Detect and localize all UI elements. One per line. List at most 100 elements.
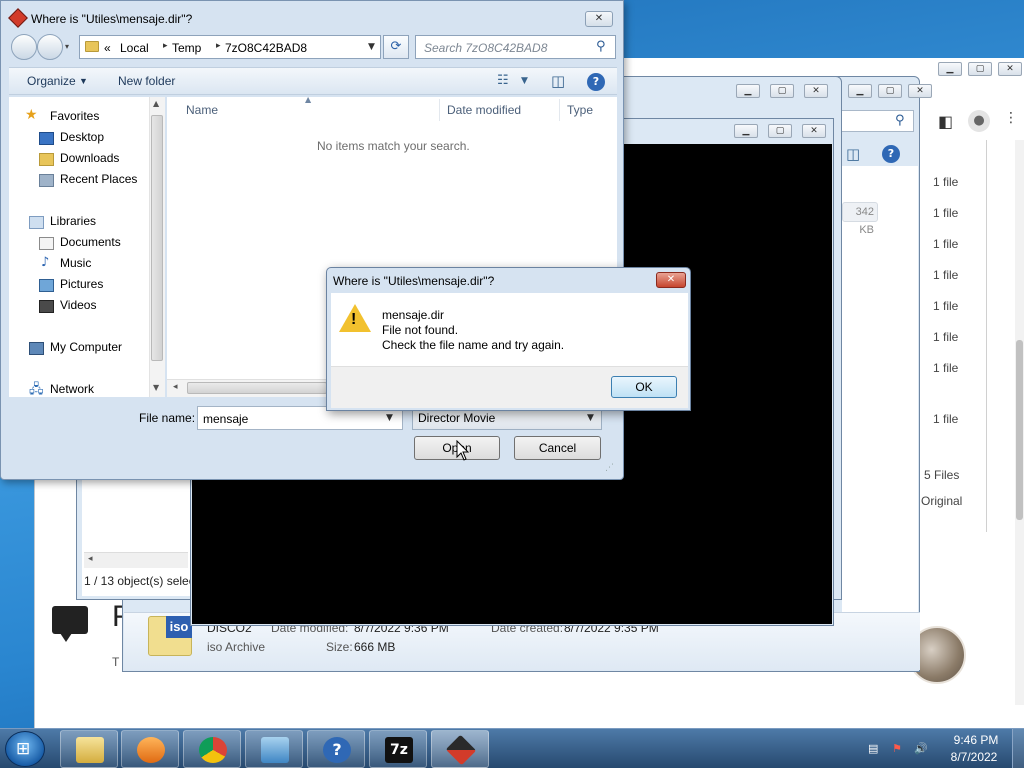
close-icon[interactable]: ✕ [804, 84, 828, 98]
minimize-icon[interactable]: ▁ [848, 84, 872, 98]
nav-videos[interactable]: Videos [60, 298, 96, 312]
more-menu-icon[interactable]: ⋮ [1004, 110, 1018, 126]
ok-button[interactable]: OK [611, 376, 677, 398]
close-button[interactable]: ✕ [585, 11, 613, 27]
scroll-down-icon[interactable]: ▼ [153, 383, 159, 392]
column-header-name[interactable]: Name [186, 103, 218, 117]
recent-places-icon [39, 174, 54, 187]
nav-libraries[interactable]: Libraries [50, 214, 96, 228]
clock-time[interactable]: 9:46 PM [948, 733, 1004, 747]
search-icon[interactable]: ⚲ [895, 113, 905, 128]
search-icon[interactable]: ⚲ [596, 39, 606, 54]
preview-pane-icon[interactable]: ◫ [551, 72, 565, 90]
preview-pane-icon[interactable]: ◫ [846, 145, 860, 163]
nav-music[interactable]: Music [60, 256, 91, 270]
close-icon[interactable]: ✕ [802, 124, 826, 138]
profile-icon[interactable]: ● [968, 110, 990, 132]
close-icon[interactable]: ✕ [998, 62, 1022, 76]
refresh-button[interactable]: ⟳ [383, 35, 409, 59]
taskbar-image-viewer[interactable] [245, 730, 303, 768]
taskbar-explorer[interactable] [60, 730, 118, 768]
address-dropdown-icon[interactable]: ▼ [368, 42, 375, 52]
explorer-hscrollbar[interactable]: ◂ [84, 552, 188, 568]
message-line-filename: mensaje.dir [382, 308, 445, 322]
taskbar-media-player[interactable] [121, 730, 179, 768]
breadcrumb-local[interactable]: Local [120, 41, 149, 55]
minimize-icon[interactable]: ▁ [938, 62, 962, 76]
file-type-value[interactable]: Director Movie [418, 411, 495, 425]
nav-downloads[interactable]: Downloads [60, 151, 119, 165]
organize-button[interactable]: Organize [27, 74, 76, 88]
file-type-dropdown-icon[interactable]: ▼ [587, 413, 594, 423]
nav-network[interactable]: Network [50, 382, 94, 396]
breadcrumb-separator-icon[interactable]: ▸ [216, 41, 221, 51]
breadcrumb-separator-icon[interactable]: ▸ [163, 41, 168, 51]
scroll-left-icon[interactable]: ◂ [173, 382, 178, 392]
column-divider[interactable] [559, 99, 560, 121]
files-summary: 5 Files [924, 468, 960, 482]
start-button[interactable]: ⊞ [5, 731, 45, 767]
maximize-icon[interactable]: ▢ [878, 84, 902, 98]
close-icon[interactable]: ✕ [908, 84, 932, 98]
file-name-dropdown-icon[interactable]: ▼ [386, 413, 393, 423]
empty-state-message: No items match your search. [317, 139, 470, 153]
taskbar-chrome[interactable] [183, 730, 241, 768]
forward-button[interactable] [37, 34, 63, 60]
list-item: 1 file [933, 206, 959, 220]
column-header-type[interactable]: Type [567, 103, 593, 117]
organize-dropdown-icon[interactable]: ▼ [79, 76, 88, 86]
cancel-button[interactable]: Cancel [514, 436, 601, 460]
column-header-date-modified[interactable]: Date modified [447, 103, 521, 117]
message-line-error: File not found. [382, 323, 459, 337]
view-options-icon[interactable]: ☷ [497, 73, 509, 88]
new-folder-button[interactable]: New folder [118, 74, 175, 88]
back-button[interactable] [11, 34, 37, 60]
nav-desktop[interactable]: Desktop [60, 130, 104, 144]
nav-my-computer[interactable]: My Computer [50, 340, 122, 354]
minimize-icon[interactable]: ▁ [734, 124, 758, 138]
chrome-icon [199, 737, 227, 763]
clock-date[interactable]: 8/7/2022 [944, 750, 1004, 764]
browser-scrollbar-thumb[interactable] [1016, 340, 1023, 520]
nav-favorites[interactable]: Favorites [50, 109, 99, 123]
view-dropdown-icon[interactable]: ▼ [521, 76, 528, 86]
music-icon: ♪ [41, 255, 50, 270]
maximize-icon[interactable]: ▢ [770, 84, 794, 98]
sidebar-toggle-icon[interactable]: ◧ [938, 112, 953, 131]
scroll-up-icon[interactable]: ▲ [153, 99, 159, 108]
minimize-icon[interactable]: ▁ [736, 84, 760, 98]
nav-pictures[interactable]: Pictures [60, 277, 103, 291]
column-divider[interactable] [439, 99, 440, 121]
maximize-icon[interactable]: ▢ [768, 124, 792, 138]
breadcrumb-temp[interactable]: Temp [172, 41, 201, 55]
resize-grip-icon[interactable]: ⋰ [605, 463, 614, 473]
volume-icon[interactable]: 🔊 [914, 742, 928, 755]
network-tray-icon[interactable]: ▤ [868, 742, 882, 755]
address-bar[interactable]: « Local ▸ Temp ▸ 7zO8C42BAD8 ▼ [79, 35, 381, 59]
list-item: 1 file [933, 361, 959, 375]
help-icon[interactable]: ? [587, 73, 605, 91]
help-icon[interactable]: ? [882, 145, 900, 163]
search-input[interactable]: Search 7zO8C42BAD8 ⚲ [415, 35, 616, 59]
file-list-hscrollbar-thumb[interactable] [187, 382, 327, 394]
browser-toolbar: ◧ ● ⋮ [920, 104, 1024, 144]
taskbar-7zip[interactable]: 7z [369, 730, 427, 768]
page-subtext: T [112, 655, 120, 669]
taskbar-director[interactable] [431, 730, 489, 768]
nav-recent-places[interactable]: Recent Places [60, 172, 137, 186]
list-item: 1 file [933, 412, 959, 426]
taskbar-help[interactable]: ? [307, 730, 365, 768]
nav-documents[interactable]: Documents [60, 235, 121, 249]
breadcrumb-prefix[interactable]: « [104, 41, 111, 55]
archive-file-list [842, 166, 918, 612]
navigation-scrollbar-thumb[interactable] [151, 115, 163, 361]
action-center-icon[interactable]: ⚑ [892, 742, 906, 755]
show-desktop-button[interactable] [1012, 729, 1024, 768]
recent-locations-icon[interactable]: ▾ [65, 42, 69, 51]
file-name-value[interactable]: mensaje [203, 412, 248, 426]
breadcrumb-folder[interactable]: 7zO8C42BAD8 [225, 41, 307, 55]
close-button[interactable]: ✕ [656, 272, 686, 288]
chat-icon[interactable] [52, 606, 88, 642]
maximize-icon[interactable]: ▢ [968, 62, 992, 76]
scroll-left-icon[interactable]: ◂ [88, 554, 93, 564]
